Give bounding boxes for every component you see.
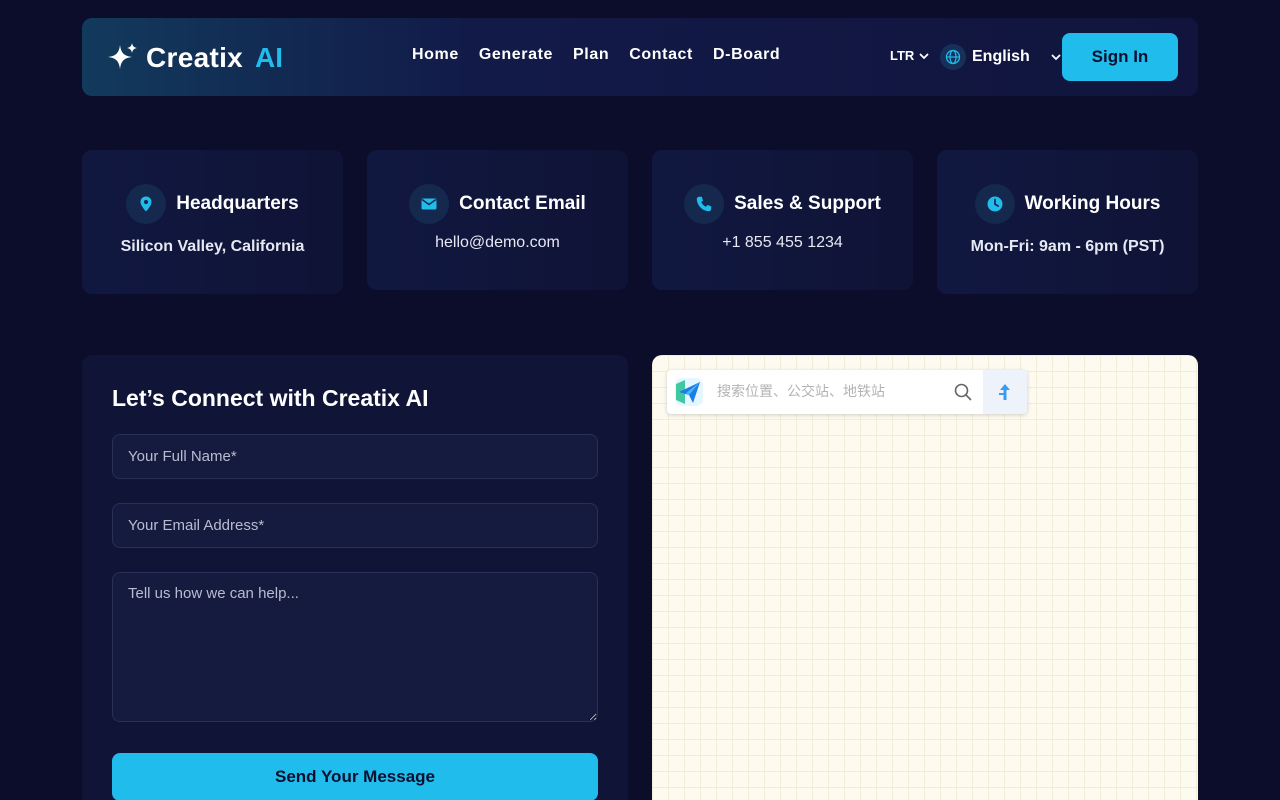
phone-icon [684,184,725,224]
direction-select[interactable]: LTR [890,48,930,63]
card-title: Sales & Support [734,193,881,214]
location-pin-icon [126,184,167,224]
message-textarea[interactable] [112,572,598,722]
email-input[interactable] [112,503,598,548]
card-title: Contact Email [459,193,586,214]
nav-generate[interactable]: Generate [479,46,553,64]
site-header: Creatix AI Home Generate Plan Contact D-… [82,18,1198,96]
card-value: Mon-Fri: 9am - 6pm (PST) [970,238,1165,255]
nav-contact[interactable]: Contact [629,46,693,64]
contact-form: Let’s Connect with Creatix AI Send Your … [82,355,628,800]
direction-label: LTR [890,48,915,63]
nav-d-board[interactable]: D-Board [713,46,780,64]
globe-icon [940,44,966,70]
info-card-working-hours: Working Hours Mon-Fri: 9am - 6pm (PST) [937,150,1198,294]
info-card-email: Contact Email hello@demo.com [367,150,628,290]
map-view[interactable] [652,355,1198,800]
card-title: Working Hours [1024,193,1161,214]
card-value[interactable]: hello@demo.com [367,234,628,252]
map-app-logo-icon [667,370,711,414]
form-title: Let’s Connect with Creatix AI [112,385,429,411]
card-value: Silicon Valley, California [120,238,305,255]
nav-home[interactable]: Home [412,46,459,64]
chevron-down-icon [1051,54,1061,61]
card-value[interactable]: +1 855 455 1234 [652,234,913,252]
card-title: Headquarters [176,193,299,214]
info-card-headquarters: Headquarters Silicon Valley, California [82,150,343,294]
brand-suffix: AI [255,42,284,73]
clock-icon [974,184,1015,224]
map-search-bar [667,370,1027,414]
map-search-input[interactable] [711,370,943,414]
search-icon[interactable] [943,370,983,414]
chevron-down-icon [919,53,929,59]
sparkle-logo-icon [108,43,137,69]
route-directions-icon[interactable] [983,370,1027,414]
language-label: English [972,48,1030,65]
language-select[interactable]: English [940,44,1062,70]
info-card-sales-support: Sales & Support +1 855 455 1234 [652,150,913,290]
send-message-button[interactable]: Send Your Message [112,753,598,800]
main-nav: Home Generate Plan Contact D-Board [412,46,780,64]
mail-icon [409,184,450,224]
sign-in-button[interactable]: Sign In [1062,33,1178,81]
brand-logo[interactable]: Creatix AI [106,40,283,76]
full-name-input[interactable] [112,434,598,479]
nav-plan[interactable]: Plan [573,46,609,64]
brand-name: Creatix [146,42,244,73]
